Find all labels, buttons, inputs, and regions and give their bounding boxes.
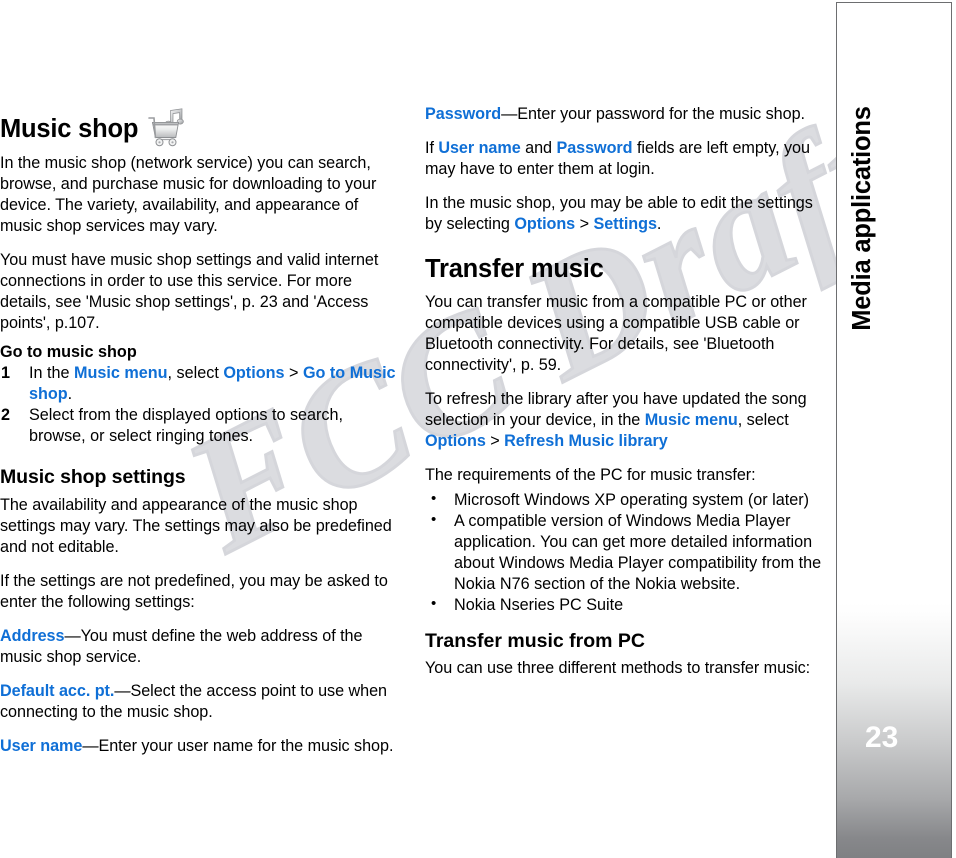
paragraph-empty-fields: If User name and Password fields are lef… bbox=[425, 138, 828, 180]
link-password[interactable]: Password bbox=[425, 105, 501, 123]
right-text-column: Password—Enter your password for the mus… bbox=[425, 104, 828, 692]
requirements-list: Microsoft Windows XP operating system (o… bbox=[425, 489, 828, 616]
subheading-go-to-music-shop: Go to music shop bbox=[0, 342, 137, 361]
step-number: 2 bbox=[1, 406, 11, 425]
link-password-ref[interactable]: Password bbox=[556, 139, 632, 157]
empty-fields-pre: If bbox=[425, 138, 439, 157]
chapter-label-text: Media applications bbox=[848, 105, 877, 331]
link-user-name-ref[interactable]: User name bbox=[438, 139, 520, 157]
left-text-column: Music shop In the music shop (network se… bbox=[0, 104, 403, 770]
step-number: 1 bbox=[1, 364, 11, 383]
link-music-menu-refresh[interactable]: Music menu bbox=[645, 411, 738, 429]
paragraph-refresh-library: To refresh the library after you have up… bbox=[425, 389, 828, 452]
list-item-step-2: 2 Select from the displayed options to se… bbox=[0, 405, 403, 447]
setting-default-acc-pt: Default acc. pt.—Select the access point… bbox=[0, 681, 403, 723]
paragraph-music-shop-settings-ref: You must have music shop settings and va… bbox=[0, 250, 379, 332]
chapter-sidebar: Media applications 23 bbox=[836, 2, 952, 858]
step-2-text: Select from the displayed options to sea… bbox=[29, 406, 344, 446]
page-title-text: Music shop bbox=[0, 115, 139, 144]
link-options-refresh[interactable]: Options bbox=[425, 432, 486, 450]
step-1-mid: , select bbox=[167, 364, 224, 383]
paragraph-transfer-methods: You can use three different methods to t… bbox=[425, 659, 811, 678]
edit-settings-separator: > bbox=[575, 214, 594, 233]
paragraph-music-shop-intro: In the music shop (network service) you … bbox=[0, 154, 377, 235]
link-music-menu[interactable]: Music menu bbox=[74, 364, 168, 382]
setting-user-name-desc: —Enter your user name for the music shop… bbox=[82, 737, 394, 756]
document-page: FCC Draft Music shop In the music shop (… bbox=[0, 0, 956, 858]
link-refresh-music-library[interactable]: Refresh Music library bbox=[504, 432, 668, 450]
paragraph-edit-settings: In the music shop, you may be able to ed… bbox=[425, 193, 828, 235]
step-1-separator: > bbox=[284, 364, 303, 383]
link-options-edit[interactable]: Options bbox=[514, 215, 575, 233]
refresh-mid: , select bbox=[737, 411, 789, 430]
setting-password-desc: —Enter your password for the music shop. bbox=[501, 105, 805, 123]
heading-transfer-music: Transfer music bbox=[425, 254, 604, 283]
page-number: 23 bbox=[865, 721, 899, 754]
link-options[interactable]: Options bbox=[223, 364, 284, 382]
steps-list: 1 In the Music menu, select Options > Go … bbox=[0, 363, 403, 447]
list-item-step-1: 1 In the Music menu, select Options > Go … bbox=[0, 363, 403, 405]
link-address[interactable]: Address bbox=[0, 627, 64, 645]
paragraph-requirements-intro: The requirements of the PC for music tra… bbox=[425, 466, 756, 485]
link-default-acc-pt[interactable]: Default acc. pt. bbox=[0, 682, 114, 700]
refresh-separator: > bbox=[485, 432, 505, 451]
link-user-name[interactable]: User name bbox=[0, 737, 82, 755]
setting-address: Address—You must define the web address … bbox=[0, 626, 403, 668]
link-settings[interactable]: Settings bbox=[593, 215, 657, 233]
page-title: Music shop bbox=[0, 104, 403, 147]
chapter-label: Media applications bbox=[837, 3, 951, 433]
paragraph-settings-availability: The availability and appearance of the m… bbox=[0, 496, 392, 557]
list-item: A compatible version of Windows Media Pl… bbox=[425, 510, 828, 595]
setting-user-name: User name—Enter your user name for the m… bbox=[0, 736, 403, 757]
subheading-music-shop-settings: Music shop settings bbox=[0, 466, 186, 489]
empty-fields-mid: and bbox=[520, 138, 557, 157]
list-item: Microsoft Windows XP operating system (o… bbox=[425, 489, 828, 511]
list-item: Nokia Nseries PC Suite bbox=[425, 594, 828, 616]
paragraph-settings-not-predefined: If the settings are not predefined, you … bbox=[0, 572, 388, 612]
step-1-pre: In the bbox=[29, 364, 74, 383]
step-1-post: . bbox=[67, 385, 73, 404]
music-shop-cart-icon bbox=[147, 108, 189, 148]
subheading-transfer-music-from-pc: Transfer music from PC bbox=[425, 629, 645, 652]
paragraph-transfer-intro: You can transfer music from a compatible… bbox=[425, 293, 807, 375]
setting-password: Password—Enter your password for the mus… bbox=[425, 104, 828, 125]
edit-settings-post: . bbox=[656, 214, 662, 233]
